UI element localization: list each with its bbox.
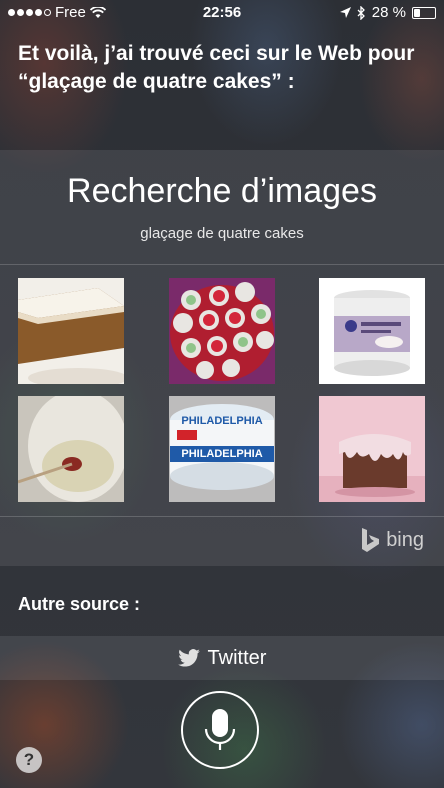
help-button[interactable]: ?	[16, 747, 42, 773]
battery-percent: 28 %	[371, 4, 406, 21]
image-result-cake-slice[interactable]	[18, 278, 124, 384]
microphone-icon	[204, 709, 236, 750]
twitter-label: Twitter	[207, 646, 267, 669]
status-bar: Free 22:56 28 %	[0, 0, 444, 26]
status-right: 28 %	[339, 4, 436, 21]
image-result-cream-cheese[interactable]: PHILADELPHIA PHILADELPHIA	[169, 396, 275, 502]
siri-microphone-button[interactable]	[181, 691, 259, 769]
bing-attribution[interactable]: bing	[362, 528, 424, 552]
philadelphia-label: PHILADELPHIA	[181, 448, 262, 460]
bing-logo-icon	[362, 528, 380, 552]
siri-answer-text: Et voilà, j’ai trouvé ceci sur le Web po…	[18, 42, 415, 93]
twitter-source-button[interactable]: Twitter	[0, 636, 444, 680]
divider	[0, 264, 444, 265]
image-search-card[interactable]: Recherche d’images glaçage de quatre cak…	[0, 150, 444, 566]
bing-label: bing	[386, 528, 424, 551]
location-arrow-icon	[339, 7, 351, 18]
image-search-query: glaçage de quatre cakes	[140, 225, 304, 242]
philadelphia-lid-label: PHILADELPHIA	[181, 415, 262, 427]
image-search-title: Recherche d’images	[67, 172, 377, 210]
image-result-glaze-bowl[interactable]	[18, 396, 124, 502]
image-result-pink-loaf[interactable]	[319, 396, 425, 502]
bluetooth-icon	[357, 5, 365, 20]
help-icon: ?	[23, 750, 35, 769]
other-source-label: Autre source :	[18, 594, 141, 614]
twitter-icon	[177, 649, 200, 667]
divider	[0, 516, 444, 517]
battery-icon	[412, 6, 436, 19]
image-result-frosted-cookies[interactable]	[169, 278, 275, 384]
image-result-frosting-tub[interactable]	[319, 278, 425, 384]
